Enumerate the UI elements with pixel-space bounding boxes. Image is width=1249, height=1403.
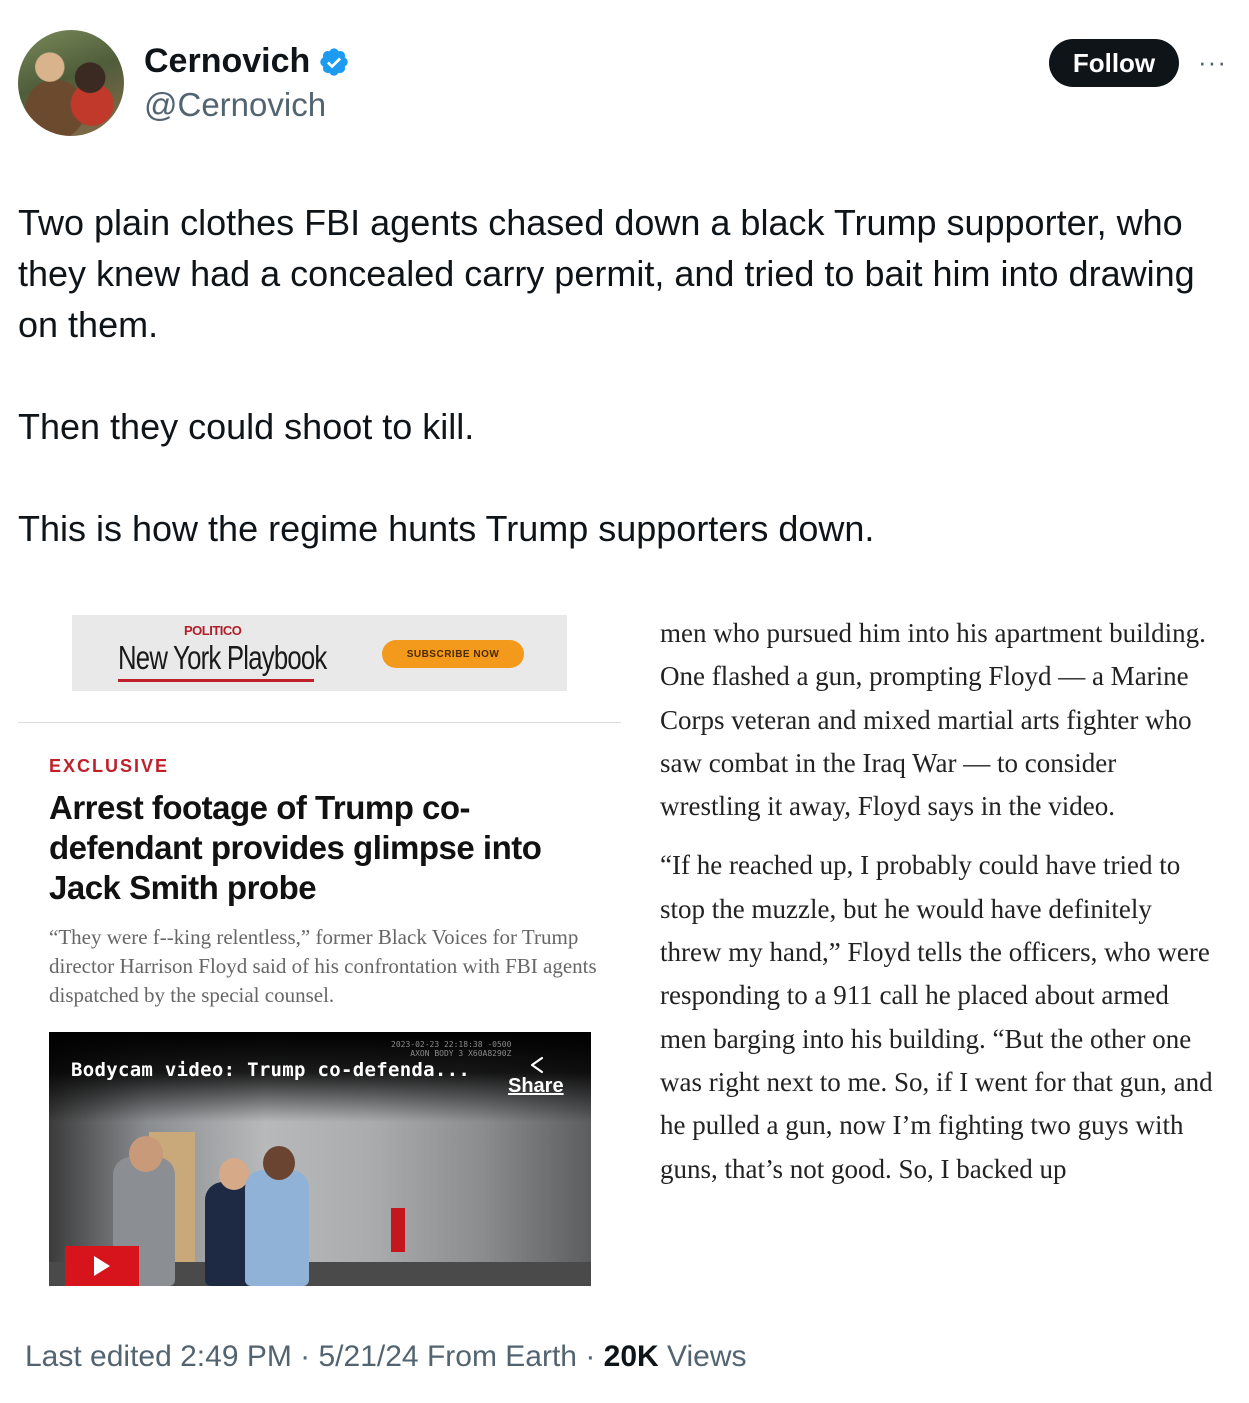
share-icon	[530, 1056, 544, 1074]
author-name-row[interactable]: Cernovich	[144, 42, 350, 81]
video-timestamp-line: 2023-02-23 22:18:38 -0500	[391, 1040, 512, 1049]
edited-timestamp[interactable]: Last edited 2:49 PM · 5/21/24	[25, 1340, 419, 1373]
article-paragraph: “If he reached up, I probably could have…	[660, 850, 1213, 1184]
divider	[18, 722, 621, 723]
tweet-media-image[interactable]: POLITICO New York Playbook SUBSCRIBE NOW…	[18, 588, 1233, 1298]
tweet-meta: Last edited 2:49 PM · 5/21/24 From Earth…	[25, 1340, 747, 1374]
tweet-paragraph: This is how the regime hunts Trump suppo…	[18, 508, 875, 549]
verified-badge-icon	[320, 47, 348, 76]
author-handle[interactable]: @Cernovich	[144, 86, 326, 124]
article-headline: Arrest footage of Trump co-defendant pro…	[49, 789, 542, 906]
play-button	[65, 1246, 139, 1286]
person-figure	[245, 1170, 309, 1286]
display-name[interactable]: Cernovich	[144, 42, 310, 81]
article-dek: “They were f--king relentless,” former B…	[49, 925, 597, 1007]
views-count: 20K	[603, 1340, 659, 1373]
meta-separator: ·	[585, 1340, 596, 1373]
person-head	[263, 1146, 295, 1180]
ad-banner: POLITICO New York Playbook SUBSCRIBE NOW	[72, 615, 567, 691]
person-head	[129, 1136, 163, 1172]
article-paragraph: men who pursued him into his apartment b…	[660, 618, 1206, 822]
ad-underline	[118, 679, 314, 682]
tweet-text: Two plain clothes FBI agents chased down…	[18, 197, 1233, 554]
video-title: Bodycam video: Trump co-defenda...	[71, 1059, 471, 1081]
video-share-label: Share	[508, 1075, 564, 1097]
avatar[interactable]	[18, 30, 124, 136]
follow-button[interactable]: Follow	[1049, 39, 1179, 87]
video-player: Bodycam video: Trump co-defenda... 2023-…	[49, 1032, 591, 1286]
tweet-paragraph: Then they could shoot to kill.	[18, 406, 475, 447]
video-timestamp: 2023-02-23 22:18:38 -0500 AXON BODY 3 X6…	[391, 1040, 511, 1058]
article-kicker: EXCLUSIVE	[49, 756, 170, 776]
play-icon	[94, 1256, 110, 1276]
more-options-icon[interactable]: ···	[1198, 49, 1227, 75]
ad-subscribe-button: SUBSCRIBE NOW	[382, 640, 524, 668]
views-label: Views	[667, 1340, 747, 1373]
ad-brand: POLITICO	[184, 623, 242, 638]
video-timestamp-line: AXON BODY 3 X60A8290Z	[410, 1049, 512, 1058]
post-source: From Earth	[426, 1340, 577, 1373]
article-body: men who pursued him into his apartment b…	[660, 612, 1220, 1191]
ad-title: New York Playbook	[118, 639, 327, 676]
tweet-header: Cernovich @Cernovich Follow ···	[0, 0, 1249, 150]
tweet-paragraph: Two plain clothes FBI agents chased down…	[18, 202, 1195, 345]
fire-alarm	[391, 1208, 405, 1252]
